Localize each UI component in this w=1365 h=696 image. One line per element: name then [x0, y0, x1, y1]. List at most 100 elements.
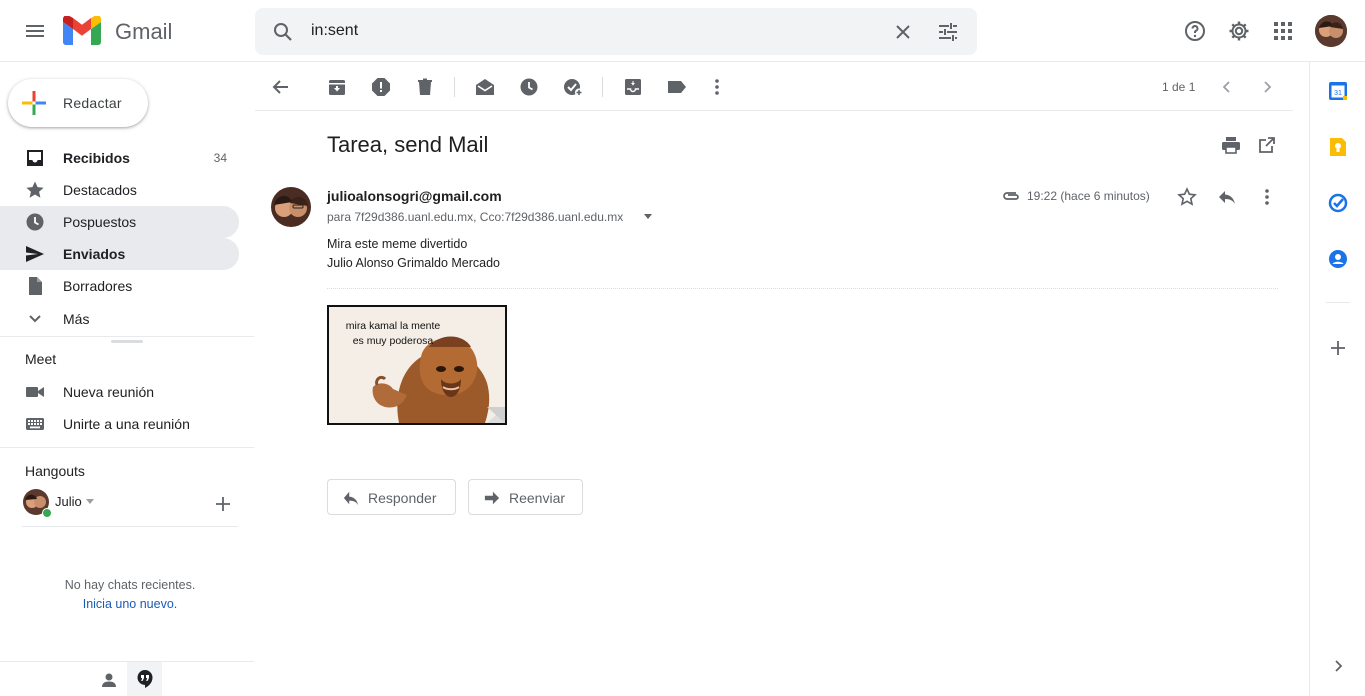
- nav-item-label: Pospuestos: [63, 214, 137, 230]
- back-button[interactable]: [266, 72, 296, 102]
- clock-icon: [26, 213, 44, 231]
- nav-item-drafts[interactable]: Borradores: [0, 270, 239, 302]
- archive-button[interactable]: [322, 72, 352, 102]
- report-spam-button[interactable]: [366, 72, 396, 102]
- search-bar[interactable]: in:sent: [255, 8, 977, 55]
- nav-item-label: Recibidos: [63, 150, 130, 166]
- forward-action-label: Reenviar: [509, 490, 566, 506]
- reply-action-button[interactable]: Responder: [327, 479, 456, 515]
- nav-item-sent[interactable]: Enviados: [0, 238, 239, 270]
- calendar-icon: 31: [1329, 82, 1347, 100]
- start-chat-link[interactable]: Inicia uno nuevo.: [0, 597, 260, 611]
- star-icon: [26, 181, 44, 198]
- hangouts-user-name[interactable]: Julio: [55, 494, 82, 509]
- forward-action-button[interactable]: Reenviar: [468, 479, 583, 515]
- labels-button[interactable]: [662, 72, 692, 102]
- nav-item-more[interactable]: Más: [0, 303, 239, 335]
- nav-item-label: Nueva reunión: [63, 384, 155, 400]
- keep-app-button[interactable]: [1318, 127, 1358, 167]
- snooze-button[interactable]: [514, 72, 544, 102]
- search-button[interactable]: [263, 12, 303, 52]
- contacts-app-button[interactable]: [1318, 239, 1358, 279]
- label-icon: [668, 81, 686, 93]
- forward-icon: [484, 491, 500, 505]
- chevron-right-icon: [1335, 660, 1343, 672]
- nav-divider: [0, 447, 254, 448]
- tasks-app-button[interactable]: [1318, 183, 1358, 223]
- compose-button[interactable]: Redactar: [8, 79, 148, 127]
- google-apps-button[interactable]: [1263, 11, 1303, 51]
- clear-search-button[interactable]: [883, 12, 923, 52]
- star-button[interactable]: [1172, 182, 1202, 212]
- video-camera-icon: [26, 387, 44, 397]
- clear-icon: [896, 25, 910, 39]
- nav-item-starred[interactable]: Destacados: [0, 174, 239, 206]
- hangouts-section-title: Hangouts: [25, 463, 85, 479]
- app-name: Gmail: [115, 19, 173, 44]
- reply-action-label: Responder: [368, 490, 437, 506]
- email-body-line: Mira este meme divertido: [327, 237, 468, 251]
- meet-new-meeting[interactable]: Nueva reunión: [0, 376, 239, 408]
- delete-button[interactable]: [410, 72, 440, 102]
- nav-item-snoozed[interactable]: Pospuestos: [0, 206, 239, 238]
- side-panel-divider: [1326, 302, 1350, 303]
- meet-join-meeting[interactable]: Unirte a una reunión: [0, 408, 239, 440]
- hangouts-user-avatar[interactable]: [22, 488, 52, 518]
- show-details-caret-icon[interactable]: [644, 214, 652, 219]
- delete-icon: [418, 78, 432, 95]
- open-new-window-button[interactable]: [1252, 130, 1282, 160]
- reply-button[interactable]: [1212, 182, 1242, 212]
- panel-resize-handle[interactable]: [111, 340, 143, 343]
- apps-icon: [1274, 22, 1292, 40]
- newer-button[interactable]: [1212, 72, 1242, 102]
- show-side-panel-button[interactable]: [1318, 646, 1358, 686]
- chevron-down-icon: [29, 315, 41, 323]
- presence-dot: [42, 508, 52, 518]
- get-addons-button[interactable]: [1318, 328, 1358, 368]
- nav-item-inbox[interactable]: Recibidos 34: [0, 142, 239, 174]
- sender-avatar[interactable]: [271, 187, 311, 227]
- calendar-app-button[interactable]: 31: [1318, 71, 1358, 111]
- older-button[interactable]: [1252, 72, 1282, 102]
- search-input[interactable]: in:sent: [311, 22, 358, 40]
- sender-email[interactable]: julioalonsogri@gmail.com: [327, 188, 502, 204]
- send-icon: [26, 246, 44, 262]
- nav-item-label: Borradores: [63, 278, 133, 294]
- image-attachment[interactable]: mira kamal la mente es muy poderosa: [327, 305, 507, 425]
- help-button[interactable]: [1175, 11, 1215, 51]
- hangouts-icon: [137, 670, 152, 688]
- move-to-button[interactable]: [618, 72, 648, 102]
- toolbar-separator: [602, 77, 603, 97]
- archive-icon: [329, 80, 345, 95]
- settings-button[interactable]: [1219, 11, 1259, 51]
- chevron-left-icon: [1222, 81, 1230, 93]
- add-task-icon: [564, 79, 583, 97]
- print-icon: [1222, 137, 1240, 154]
- search-icon: [274, 23, 292, 41]
- account-avatar[interactable]: [1315, 15, 1347, 47]
- reply-icon: [1219, 191, 1235, 204]
- message-more-button[interactable]: [1252, 182, 1282, 212]
- keep-icon: [1330, 138, 1346, 156]
- meme-caption-line: mira kamal la mente: [345, 320, 441, 332]
- main-menu-button[interactable]: [15, 11, 55, 51]
- hangouts-tab[interactable]: [127, 662, 162, 696]
- more-icon: [715, 79, 719, 95]
- contacts-tab[interactable]: [96, 667, 122, 693]
- add-to-tasks-button[interactable]: [558, 72, 588, 102]
- new-chat-button[interactable]: [203, 484, 243, 524]
- reply-icon: [343, 491, 359, 506]
- print-button[interactable]: [1216, 130, 1246, 160]
- keyboard-icon: [26, 418, 44, 430]
- contacts-icon: [1329, 250, 1347, 268]
- draft-icon: [29, 277, 42, 295]
- search-options-button[interactable]: [928, 12, 968, 52]
- gmail-logo[interactable]: [63, 16, 101, 45]
- more-options-button[interactable]: [702, 72, 732, 102]
- caret-down-icon[interactable]: [86, 499, 94, 504]
- help-icon: [1185, 21, 1205, 41]
- nav-item-label: Unirte a una reunión: [63, 416, 190, 432]
- mark-unread-button[interactable]: [470, 72, 500, 102]
- snooze-icon: [520, 78, 538, 96]
- plus-colored-icon: [22, 91, 46, 115]
